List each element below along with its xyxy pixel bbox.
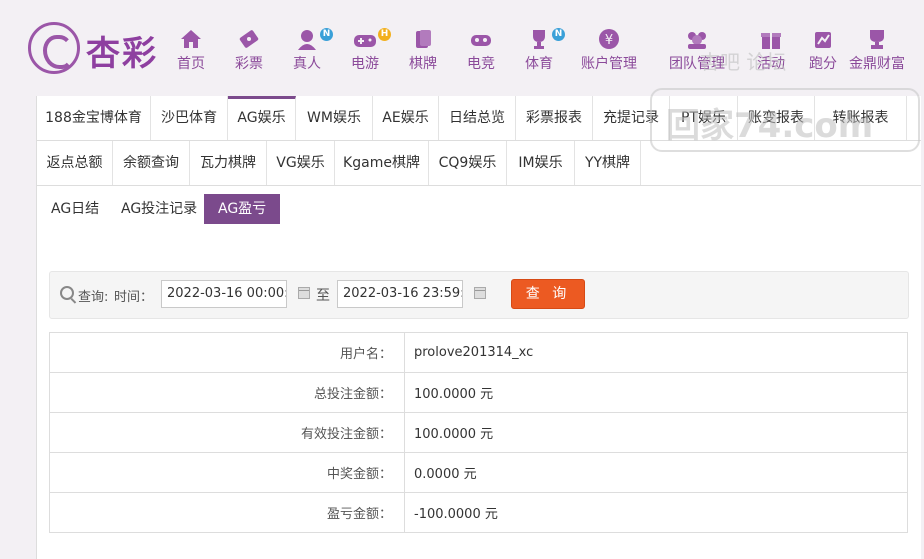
logo-emblem-icon — [28, 22, 80, 74]
tab-transfer-report[interactable]: 转账报表 — [815, 96, 907, 140]
start-date-input[interactable]: 2022-03-16 00:00:00 — [161, 280, 287, 308]
table-row: 总投注金额： 100.0000 元 — [49, 372, 908, 413]
tab-cq9[interactable]: CQ9娱乐 — [429, 141, 507, 185]
tab-balance-query[interactable]: 余额查询 — [113, 141, 190, 185]
run-score-icon — [815, 32, 831, 48]
field-value: 100.0000 元 — [404, 372, 908, 413]
team-icon — [688, 32, 706, 49]
search-icon — [60, 286, 74, 300]
field-label: 中奖金额： — [49, 452, 405, 493]
date-separator: 至 — [316, 288, 330, 304]
tab-row-1: 188金宝博体育 沙巴体育 AG娱乐 WM娱乐 AE娱乐 日结总览 彩票报表 充… — [37, 96, 921, 141]
query-bar: 查询: 时间： 2022-03-16 00:00:00 至 2022-03-16… — [49, 271, 909, 319]
field-value: 0.0000 元 — [404, 452, 908, 493]
tab-daily-overview[interactable]: 日结总览 — [439, 96, 516, 140]
tab-yy-cards[interactable]: YY棋牌 — [575, 141, 641, 185]
lottery-ticket-icon — [239, 30, 259, 48]
trophy-icon — [533, 30, 545, 49]
badge-new: N — [552, 28, 565, 41]
svg-text:¥: ¥ — [605, 33, 613, 48]
nav-wealth[interactable]: 金鼎财富 — [841, 28, 913, 78]
field-label: 用户名： — [49, 332, 405, 373]
logo[interactable]: 杏彩 — [28, 22, 168, 78]
nav-home[interactable]: 首页 — [165, 28, 217, 78]
home-icon — [181, 30, 201, 48]
tab-balance-change-report[interactable]: 账变报表 — [738, 96, 815, 140]
esports-controller-icon — [471, 35, 491, 46]
tab-lottery-report[interactable]: 彩票报表 — [516, 96, 593, 140]
header: 杏彩 首页 彩票 N 真人 H 电游 棋牌 电竞 N 体育 ¥ 账户管理 团队管… — [0, 0, 924, 96]
field-value: prolove201314_xc — [404, 332, 908, 373]
tab-wali-cards[interactable]: 瓦力棋牌 — [190, 141, 267, 185]
badge-hot: H — [378, 28, 391, 41]
end-date-input[interactable]: 2022-03-16 23:59:59 — [337, 280, 463, 308]
cards-icon — [416, 30, 431, 48]
gamepad-icon — [354, 35, 376, 47]
nav-live[interactable]: N 真人 — [281, 28, 333, 78]
tab-ae[interactable]: AE娱乐 — [373, 96, 439, 140]
time-label: 时间： — [114, 290, 154, 305]
nav-promotions[interactable]: 活动 — [745, 28, 797, 78]
tab-im[interactable]: IM娱乐 — [507, 141, 575, 185]
nav-sports[interactable]: N 体育 — [513, 28, 565, 78]
trophy-cup-icon — [870, 30, 884, 49]
calendar-icon[interactable] — [474, 287, 486, 299]
table-row: 用户名： prolove201314_xc — [49, 332, 908, 373]
field-label: 盈亏金额： — [49, 492, 405, 533]
search-button[interactable]: 查 询 — [511, 279, 585, 309]
nav-esports[interactable]: 电竞 — [455, 28, 507, 78]
table-row: 盈亏金额： -100.0000 元 — [49, 492, 908, 533]
live-dealer-icon — [298, 30, 316, 50]
subtab-ag-profit-loss[interactable]: AG盈亏 — [204, 194, 281, 224]
report-panel: 188金宝博体育 沙巴体育 AG娱乐 WM娱乐 AE娱乐 日结总览 彩票报表 充… — [36, 96, 921, 559]
field-value: -100.0000 元 — [404, 492, 908, 533]
tab-vg[interactable]: VG娱乐 — [267, 141, 335, 185]
tab-row-2: 返点总额 余额查询 瓦力棋牌 VG娱乐 Kgame棋牌 CQ9娱乐 IM娱乐 Y… — [37, 141, 921, 186]
tab-wm[interactable]: WM娱乐 — [296, 96, 373, 140]
result-table: 用户名： prolove201314_xc 总投注金额： 100.0000 元 … — [49, 332, 908, 533]
field-label: 有效投注金额： — [49, 412, 405, 453]
field-label: 总投注金额： — [49, 372, 405, 413]
nav-slots[interactable]: H 电游 — [339, 28, 391, 78]
nav-cards[interactable]: 棋牌 — [397, 28, 449, 78]
table-row: 有效投注金额： 100.0000 元 — [49, 412, 908, 453]
logo-text: 杏彩 — [86, 34, 158, 74]
nav-lottery[interactable]: 彩票 — [223, 28, 275, 78]
badge-new: N — [320, 28, 333, 41]
subtab-ag-bet-records[interactable]: AG投注记录 — [107, 194, 211, 224]
tab-kgame-cards[interactable]: Kgame棋牌 — [335, 141, 429, 185]
tab-rebate-total[interactable]: 返点总额 — [37, 141, 113, 185]
nav-account[interactable]: ¥ 账户管理 — [573, 28, 645, 78]
tab-ag[interactable]: AG娱乐 — [228, 96, 296, 140]
calendar-icon[interactable] — [298, 287, 310, 299]
query-label: 查询: — [78, 290, 109, 305]
nav-team[interactable]: 团队管理 — [661, 28, 733, 78]
table-row: 中奖金额： 0.0000 元 — [49, 452, 908, 493]
gift-icon — [761, 33, 781, 49]
tab-deposit-withdraw[interactable]: 充提记录 — [593, 96, 670, 140]
tab-188-sports[interactable]: 188金宝博体育 — [37, 96, 151, 140]
tab-pt[interactable]: PT娱乐 — [670, 96, 738, 140]
field-value: 100.0000 元 — [404, 412, 908, 453]
subtab-ag-daily[interactable]: AG日结 — [37, 194, 113, 224]
tab-saba-sports[interactable]: 沙巴体育 — [151, 96, 228, 140]
yen-coin-icon: ¥ — [599, 29, 619, 49]
